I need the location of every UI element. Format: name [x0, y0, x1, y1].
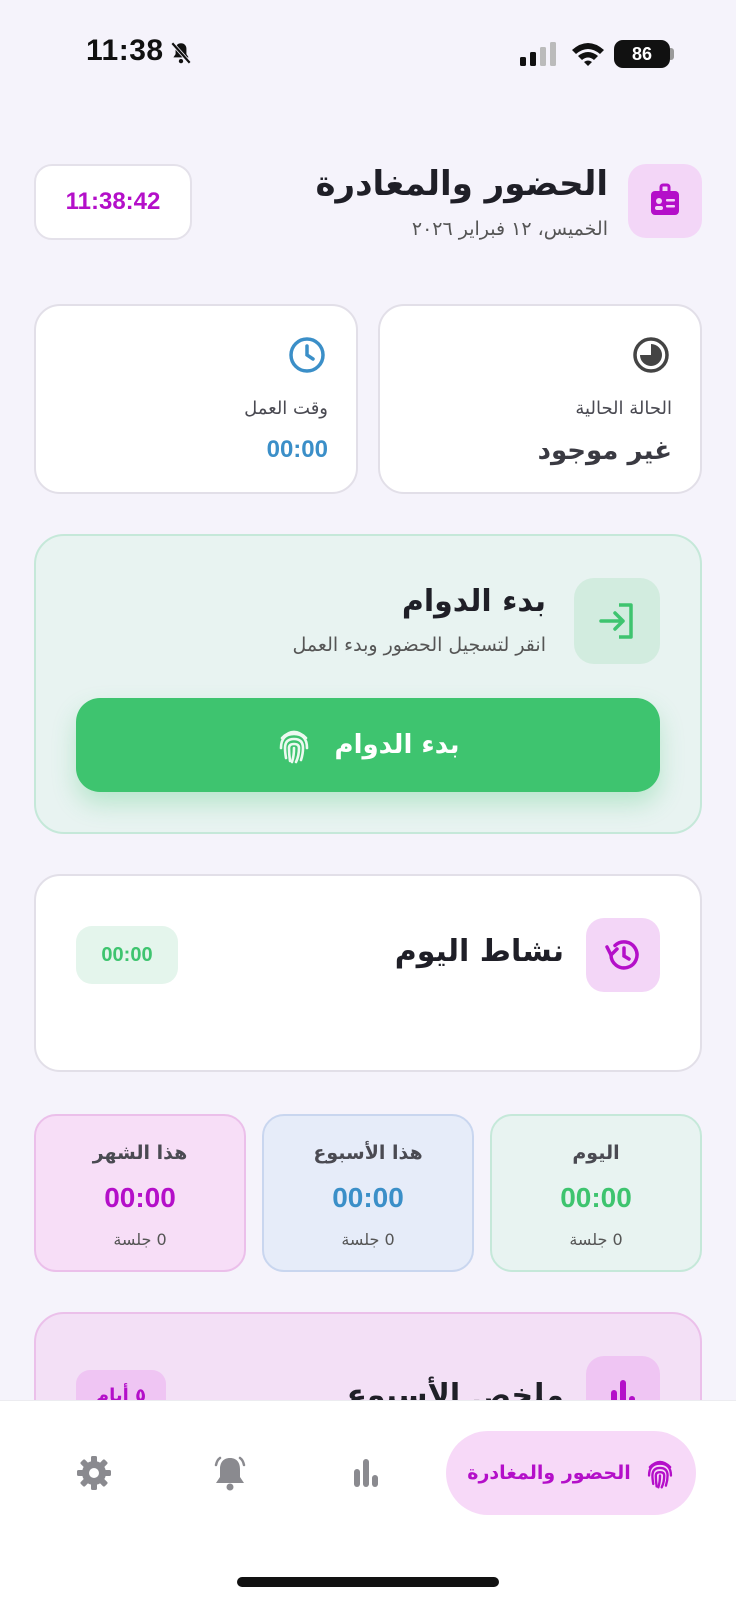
period-month-value: 00:00	[104, 1182, 176, 1213]
cellular-signal-icon	[520, 42, 556, 66]
settings-gear-icon[interactable]	[74, 1453, 114, 1493]
history-icon	[605, 940, 639, 970]
work-time-card: وقت العمل 00:00	[34, 304, 358, 494]
nav-attendance-label: الحضور والمغادرة	[467, 1462, 631, 1484]
page-title: الحضور والمغادرة	[315, 164, 608, 204]
current-status-card: الحالة الحالية غير موجود	[378, 304, 702, 494]
period-today-value: 00:00	[560, 1182, 632, 1213]
stats-icon[interactable]	[346, 1453, 386, 1493]
activity-time-badge: 00:00	[76, 926, 178, 984]
period-today-card: اليوم 00:00 0 جلسة	[490, 1114, 702, 1272]
nav-attendance-tab[interactable]: الحضور والمغادرة	[446, 1431, 696, 1515]
battery-tip	[670, 48, 674, 60]
id-badge-icon-box	[628, 164, 702, 238]
period-month-sessions: 0 جلسة	[113, 1230, 167, 1249]
status-pie-icon	[633, 337, 669, 373]
id-badge-icon	[651, 183, 679, 215]
login-icon-box	[574, 578, 660, 664]
notifications-bell-icon[interactable]	[210, 1453, 250, 1493]
period-week-value: 00:00	[332, 1182, 404, 1213]
wifi-icon	[572, 43, 604, 66]
current-date: الخميس، ١٢ فبراير ٢٠٢٦	[411, 218, 608, 240]
fingerprint-icon	[279, 730, 308, 764]
activity-title: نشاط اليوم	[394, 934, 564, 969]
clock-icon	[289, 337, 325, 373]
work-time-label: وقت العمل	[244, 398, 328, 419]
period-today-sessions: 0 جلسة	[569, 1230, 623, 1249]
period-week-label: هذا الأسبوع	[313, 1142, 423, 1164]
period-week-card: هذا الأسبوع 00:00 0 جلسة	[262, 1114, 474, 1272]
start-shift-card: بدء الدوام انقر لتسجيل الحضور وبدء العمل…	[34, 534, 702, 834]
status-bar-time: 11:38	[86, 34, 164, 67]
live-clock: 11:38:42	[34, 164, 192, 240]
start-shift-button-label: بدء الدوام	[334, 730, 460, 760]
bell-off-icon	[170, 41, 192, 65]
history-icon-box	[586, 918, 660, 992]
start-shift-title: بدء الدوام	[401, 584, 546, 619]
bottom-navigation: الحضور والمغادرة	[0, 1400, 736, 1600]
period-week-sessions: 0 جلسة	[341, 1230, 395, 1249]
home-indicator[interactable]	[237, 1577, 499, 1587]
battery-indicator: 86	[614, 40, 670, 68]
status-value: غير موجود	[537, 436, 672, 466]
today-activity-card: نشاط اليوم 00:00	[34, 874, 702, 1072]
status-label: الحالة الحالية	[575, 398, 672, 419]
start-shift-subtitle: انقر لتسجيل الحضور وبدء العمل	[292, 634, 546, 656]
fingerprint-icon	[647, 1460, 672, 1489]
login-icon	[599, 603, 633, 639]
start-shift-button[interactable]: بدء الدوام	[76, 698, 660, 792]
period-month-label: هذا الشهر	[92, 1142, 188, 1164]
period-month-card: هذا الشهر 00:00 0 جلسة	[34, 1114, 246, 1272]
work-time-value: 00:00	[266, 436, 328, 463]
period-today-label: اليوم	[572, 1142, 620, 1164]
